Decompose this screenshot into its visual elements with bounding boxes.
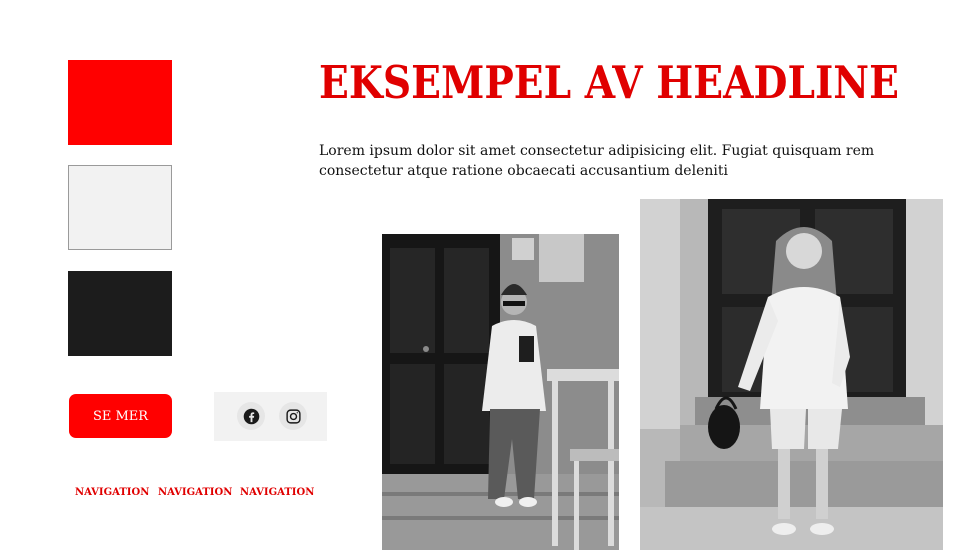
swatch-red — [68, 60, 172, 145]
instagram-icon[interactable] — [279, 402, 307, 430]
se-mer-button[interactable]: SE MER — [69, 394, 172, 438]
fashion-photo-left — [382, 234, 619, 550]
page-headline: EKSEMPEL AV HEADLINE — [319, 56, 899, 109]
fashion-photo-right — [640, 199, 943, 550]
facebook-icon[interactable] — [237, 402, 265, 430]
nav-link-1[interactable]: NAVIGATION — [75, 487, 149, 498]
nav-link-3[interactable]: NAVIGATION — [240, 487, 314, 498]
swatch-black — [68, 271, 172, 356]
body-paragraph: Lorem ipsum dolor sit amet consectetur a… — [319, 143, 875, 179]
swatch-light-gray — [68, 165, 172, 250]
social-links — [214, 392, 327, 441]
nav-link-2[interactable]: NAVIGATION — [158, 487, 232, 498]
